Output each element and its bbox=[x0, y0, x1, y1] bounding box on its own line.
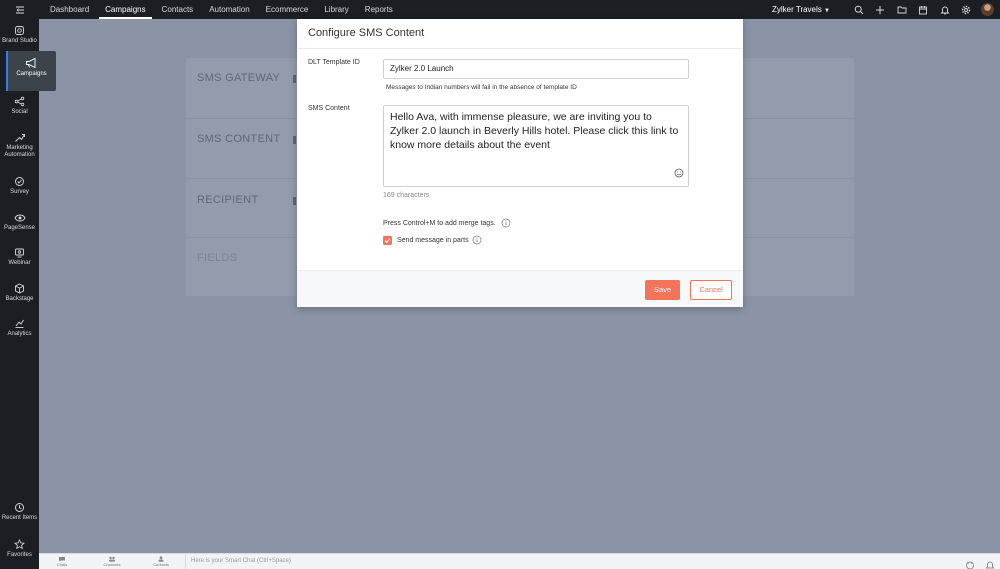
nav-ecommerce[interactable]: Ecommerce bbox=[260, 0, 315, 19]
configure-sms-content-dialog: Configure SMS Content DLT Template ID Zy… bbox=[297, 19, 743, 307]
dialog-title: Configure SMS Content bbox=[308, 27, 425, 39]
org-name: Zylker Travels bbox=[772, 5, 822, 14]
merge-tags-hint-text: Press Control+M to add merge tags. bbox=[383, 219, 496, 227]
brand-studio-icon bbox=[15, 26, 24, 35]
menu-toggle-button[interactable] bbox=[0, 0, 39, 19]
bg-section-sms-gateway: SMS GATEWAY bbox=[197, 72, 281, 84]
sidebar-item-label: Brand Studio bbox=[2, 38, 37, 44]
webinar-icon bbox=[15, 248, 24, 258]
sms-content-label: SMS Content bbox=[308, 105, 350, 112]
megaphone-icon bbox=[26, 57, 36, 69]
sms-content-textarea[interactable]: Hello Ava, with immense pleasure, we are… bbox=[383, 105, 689, 187]
sidebar-item-label: Survey bbox=[10, 189, 29, 195]
automation-icon bbox=[15, 134, 25, 142]
bg-field-marker bbox=[293, 197, 296, 205]
left-sidebar: Brand Studio Campaigns Social Marketing … bbox=[0, 19, 56, 569]
dlt-template-hint: Messages to Indian numbers will fail in … bbox=[386, 84, 577, 91]
bg-field-marker bbox=[293, 75, 296, 83]
sidebar-item-favorites[interactable]: Favorites bbox=[0, 539, 39, 559]
sidebar-item-label: Webinar bbox=[8, 260, 31, 266]
bg-section-fields: FIELDS bbox=[197, 252, 238, 264]
send-in-parts-row: Send message in parts bbox=[383, 235, 482, 245]
bg-section-sms-content: SMS CONTENT bbox=[197, 133, 281, 145]
sidebar-item-label: Analytics bbox=[7, 331, 32, 337]
sidebar-item-marketing-automation[interactable]: Marketing Automation bbox=[0, 132, 39, 159]
sidebar-item-label: Recent Items bbox=[1, 515, 38, 521]
chevron-down-icon: ▼ bbox=[824, 8, 830, 14]
sidebar-item-social[interactable]: Social bbox=[0, 96, 39, 116]
sidebar-item-label: PageSense bbox=[3, 225, 36, 231]
sidebar-item-survey[interactable]: Survey bbox=[0, 176, 39, 196]
menu-icon bbox=[15, 6, 24, 13]
info-icon[interactable] bbox=[501, 218, 511, 228]
bottom-item-label: Contacts bbox=[153, 562, 169, 567]
calendar-icon[interactable] bbox=[913, 0, 935, 19]
send-in-parts-checkbox[interactable] bbox=[383, 235, 392, 245]
checkmark-icon bbox=[384, 237, 391, 243]
info-icon[interactable] bbox=[472, 235, 482, 245]
smart-chat-input[interactable]: Here is your Smart Chat (Ctrl+Space) bbox=[185, 554, 955, 569]
bg-section-recipient: RECIPIENT bbox=[197, 194, 259, 206]
bottom-item-channels[interactable]: Channels bbox=[97, 556, 127, 567]
history-icon bbox=[15, 503, 24, 512]
social-icon bbox=[14, 96, 25, 107]
analytics-icon bbox=[15, 319, 24, 328]
dlt-template-id-input[interactable]: Zylker 2.0 Launch bbox=[383, 59, 689, 79]
nav-contacts[interactable]: Contacts bbox=[156, 0, 200, 19]
notification-icon[interactable] bbox=[985, 557, 995, 569]
sidebar-item-label: Backstage bbox=[5, 296, 34, 302]
sidebar-item-label: Campaigns bbox=[16, 71, 47, 77]
bg-field-marker bbox=[293, 136, 296, 144]
gear-icon[interactable] bbox=[956, 0, 978, 19]
character-count: 169 characters bbox=[383, 192, 430, 199]
bottom-item-label: Channels bbox=[103, 562, 121, 567]
cancel-button[interactable]: Cancel bbox=[690, 280, 732, 300]
sidebar-item-campaigns[interactable]: Campaigns bbox=[6, 51, 56, 91]
dialog-footer: Save Cancel bbox=[297, 270, 743, 307]
folder-icon[interactable] bbox=[891, 0, 913, 19]
add-icon[interactable] bbox=[870, 0, 892, 19]
pagesense-icon bbox=[13, 214, 26, 222]
bottom-item-label: Chats bbox=[56, 562, 68, 567]
sidebar-item-pagesense[interactable]: PageSense bbox=[0, 212, 39, 232]
nav-reports[interactable]: Reports bbox=[359, 0, 399, 19]
save-button[interactable]: Save bbox=[645, 280, 680, 300]
sidebar-item-backstage[interactable]: Backstage bbox=[0, 283, 39, 303]
sidebar-item-brand-studio[interactable]: Brand Studio bbox=[0, 25, 39, 45]
top-navigation-bar: Dashboard Campaigns Contacts Automation … bbox=[0, 0, 1000, 19]
bottom-item-chats[interactable]: Chats bbox=[47, 556, 77, 567]
survey-icon bbox=[15, 177, 24, 186]
sidebar-item-label: Favorites bbox=[7, 552, 32, 558]
sidebar-item-label: Social bbox=[11, 109, 28, 115]
sidebar-item-analytics[interactable]: Analytics bbox=[0, 318, 39, 338]
emoji-icon[interactable] bbox=[674, 168, 684, 182]
sidebar-item-recent-items[interactable]: Recent Items bbox=[0, 502, 39, 522]
star-icon bbox=[14, 539, 25, 550]
dlt-template-id-label: DLT Template ID bbox=[308, 59, 360, 66]
sidebar-item-label: Marketing Automation bbox=[4, 145, 35, 158]
org-switcher[interactable]: Zylker Travels ▼ bbox=[772, 0, 830, 19]
bell-icon[interactable] bbox=[934, 0, 956, 19]
title-divider bbox=[297, 48, 743, 49]
merge-tags-hint: Press Control+M to add merge tags. bbox=[383, 218, 511, 228]
top-icons bbox=[848, 0, 994, 19]
bottom-item-contacts[interactable]: Contacts bbox=[146, 556, 176, 567]
search-icon[interactable] bbox=[848, 0, 870, 19]
bot-icon[interactable] bbox=[965, 557, 975, 569]
backstage-icon bbox=[15, 283, 24, 294]
bottom-bar: Chats Channels Contacts Here is your Sma… bbox=[39, 553, 1000, 569]
nav-library[interactable]: Library bbox=[318, 0, 354, 19]
nav-campaigns[interactable]: Campaigns bbox=[99, 0, 152, 19]
main-nav: Dashboard Campaigns Contacts Automation … bbox=[44, 0, 403, 19]
send-in-parts-label: Send message in parts bbox=[397, 236, 469, 244]
sidebar-item-webinar[interactable]: Webinar bbox=[0, 247, 39, 267]
user-avatar[interactable] bbox=[981, 3, 994, 16]
nav-automation[interactable]: Automation bbox=[203, 0, 255, 19]
sms-content-text: Hello Ava, with immense pleasure, we are… bbox=[390, 111, 679, 151]
nav-dashboard[interactable]: Dashboard bbox=[44, 0, 95, 19]
